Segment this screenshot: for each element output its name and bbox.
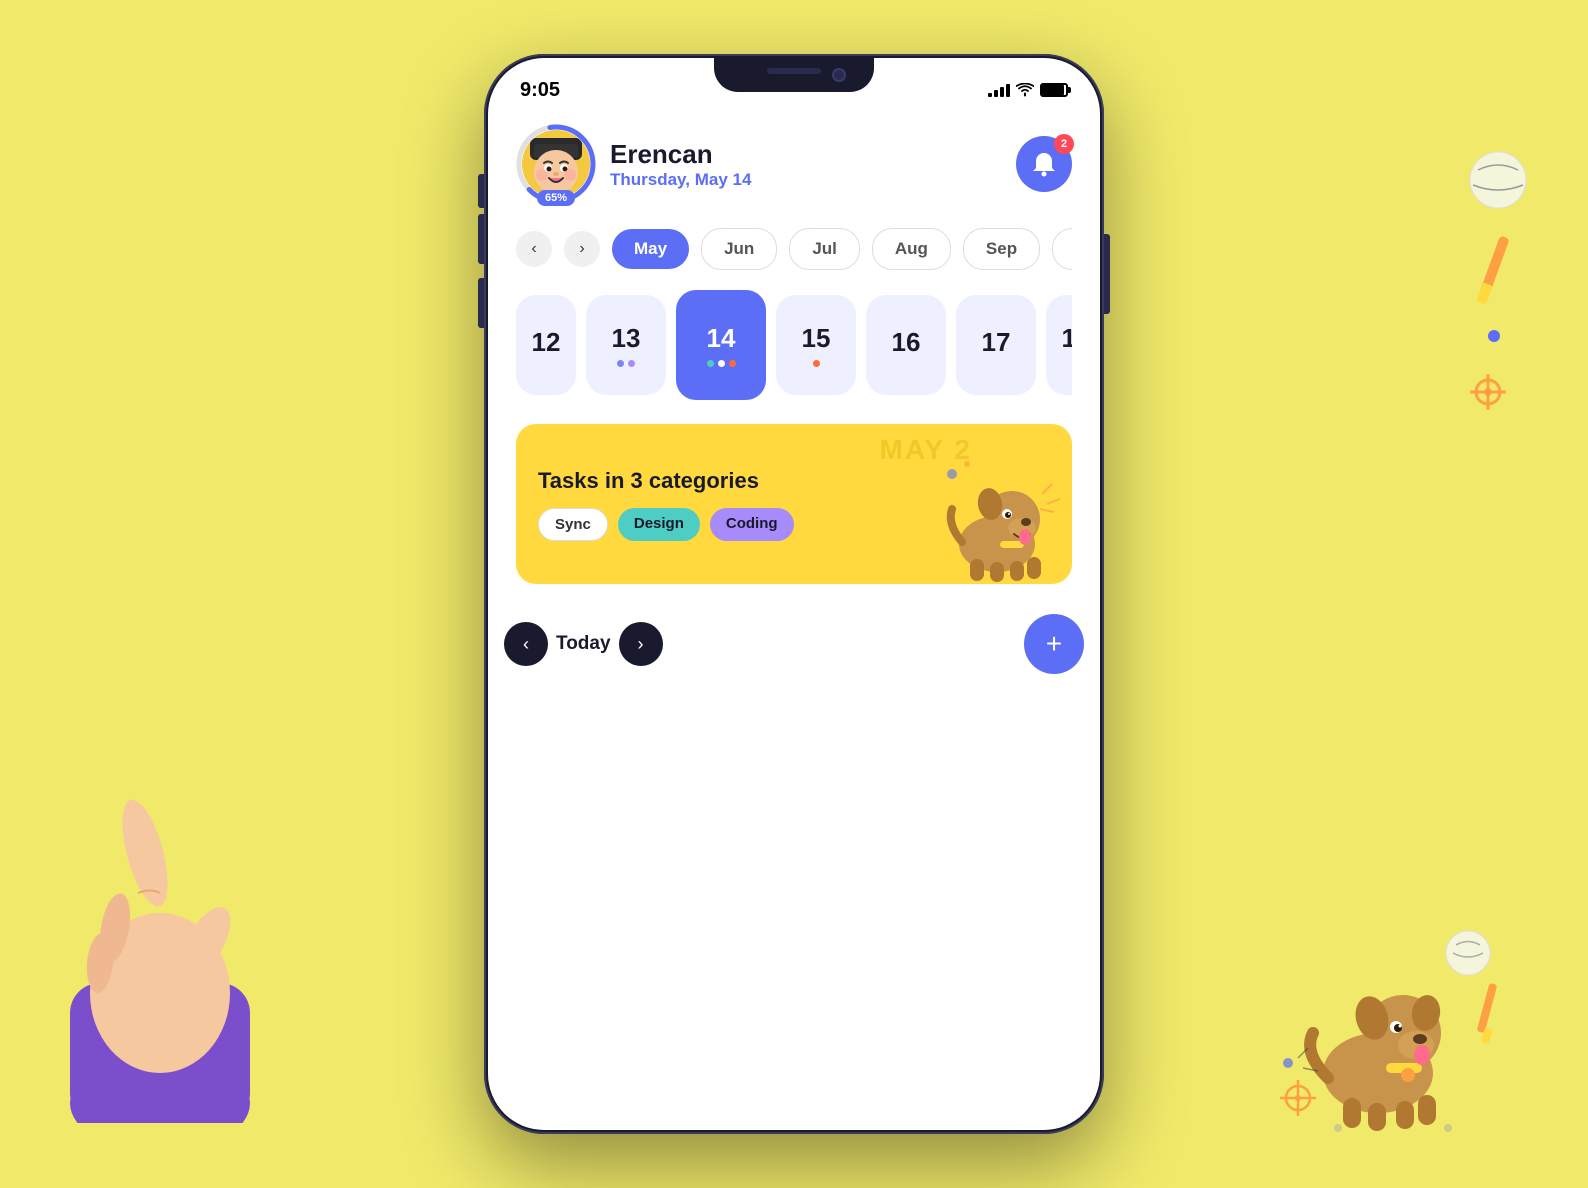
camera [832,68,846,82]
month-may[interactable]: May [612,229,689,269]
notification-button[interactable]: 2 [1016,136,1072,192]
nav-next-button[interactable]: › [619,622,663,666]
day-number: 16 [892,327,921,358]
month-sep[interactable]: Sep [963,228,1040,270]
avatar-container[interactable]: 65% [516,124,596,204]
day-selector: 12 13 14 [516,290,1072,400]
header: 65% Erencan Thursday, May 14 2 [516,108,1072,228]
avatar-face-svg [522,130,590,198]
user-info: 65% Erencan Thursday, May 14 [516,124,751,204]
wifi-icon [1016,83,1034,97]
day-card-12[interactable]: 12 [516,295,576,395]
day-dots [707,360,736,367]
day-number: 12 [532,327,561,358]
month-oct[interactable]: Oct [1052,228,1072,270]
hand-illustration [60,763,280,1128]
day-card-13[interactable]: 13 [586,295,666,395]
tag-coding[interactable]: Coding [710,508,794,541]
signal-icon [988,83,1010,97]
battery-icon [1040,83,1068,97]
month-jul[interactable]: Jul [789,228,860,270]
nav-prev-button[interactable]: ‹ [504,622,548,666]
status-icons [988,83,1068,97]
add-button[interactable]: + [1024,614,1084,674]
volume-up-button [478,214,484,264]
day-card-17[interactable]: 17 [956,295,1036,395]
phone-frame: 9:05 [484,54,1104,1134]
app-content: 65% Erencan Thursday, May 14 2 [488,108,1100,604]
phone-screen: 9:05 [488,58,1100,1130]
month-selector: ‹ › May Jun Jul Aug Sep Oct [516,228,1072,270]
month-next-button[interactable]: › [564,231,600,267]
phone-notch [714,58,874,92]
tag-design[interactable]: Design [618,508,700,541]
user-name: Erencan [610,139,751,170]
day-number: 17 [982,327,1011,358]
volume-down-button [478,278,484,328]
today-label: Today [556,633,611,655]
month-prev-button[interactable]: ‹ [516,231,552,267]
nav-today: ‹ Today › [504,622,663,666]
day-card-15[interactable]: 15 [776,295,856,395]
tasks-banner: Tasks in 3 categories Sync Design Coding… [516,424,1072,584]
day-dots [813,360,820,367]
user-text: Erencan Thursday, May 14 [610,139,751,190]
day-card-14[interactable]: 14 [676,290,766,400]
bottom-nav: ‹ Today › + [488,604,1100,684]
day-number: 18 [1062,323,1072,354]
tag-sync[interactable]: Sync [538,508,608,541]
day-dots [617,360,635,367]
dog-right-illustration [1248,923,1508,1138]
day-number: 14 [707,323,736,354]
notification-count: 2 [1054,134,1074,154]
status-time: 9:05 [520,79,560,102]
speaker [767,68,821,74]
bell-icon [1031,151,1057,177]
power-button [1104,234,1110,314]
day-number: 13 [612,323,641,354]
user-date: Thursday, May 14 [610,170,751,190]
month-aug[interactable]: Aug [872,228,951,270]
banner-dog-illustration [932,454,1062,584]
silent-button [478,174,484,208]
avatar-progress-badge: 65% [537,190,575,206]
day-number: 15 [802,323,831,354]
right-decorations [1468,150,1528,412]
add-icon: + [1046,628,1062,660]
day-card-16[interactable]: 16 [866,295,946,395]
month-jun[interactable]: Jun [701,228,777,270]
day-card-18[interactable]: 18 [1046,295,1072,395]
